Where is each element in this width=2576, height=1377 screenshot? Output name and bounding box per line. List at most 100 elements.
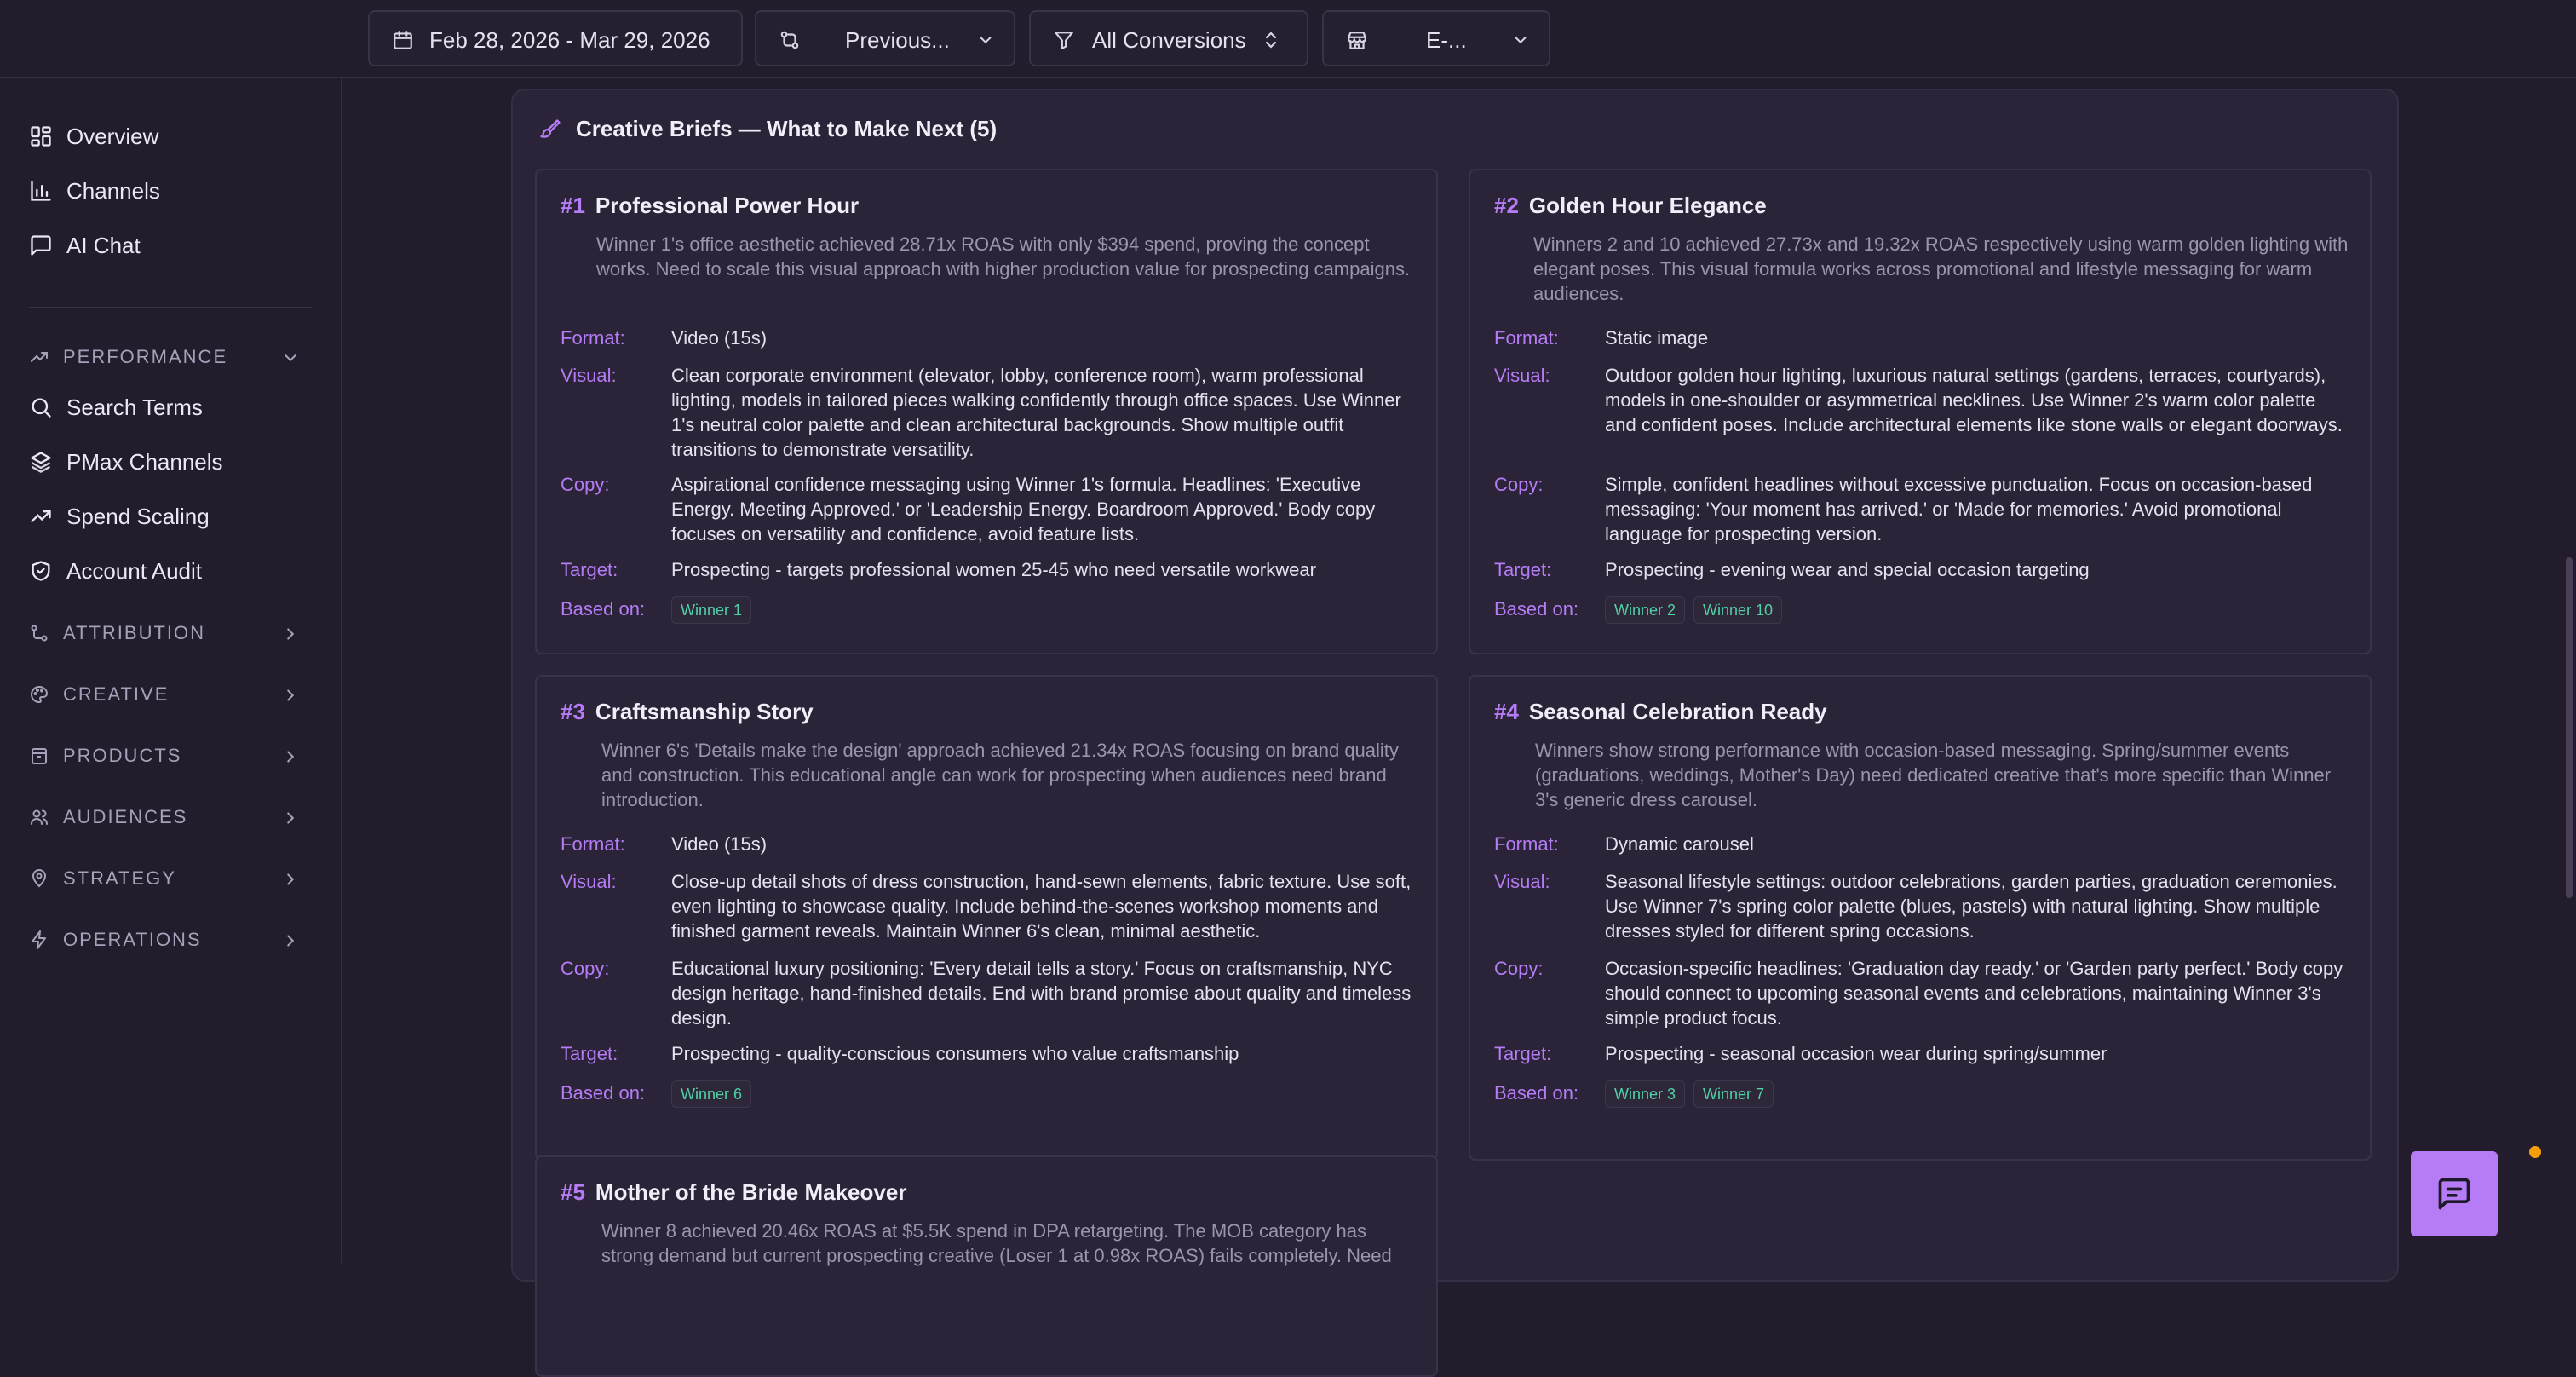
format-label: Format: [1494, 327, 1559, 349]
brief-title: Golden Hour Elegance [1528, 193, 1767, 218]
based-on-tags: Winner 3 Winner 7 [1605, 1080, 2346, 1108]
chat-button[interactable] [2411, 1151, 2498, 1236]
message-square-icon [2435, 1175, 2473, 1213]
chevron-right-icon [281, 625, 300, 643]
visual-value: Seasonal lifestyle settings: outdoor cel… [1605, 871, 2337, 942]
brief-description: Winner 6's 'Details make the design' app… [601, 740, 1399, 810]
brief-card-1: #1 Professional Power Hour Winner 1's off… [535, 169, 1438, 654]
top-filter-bar: Feb 28, 2026 - Mar 29, 2026 Previous... … [0, 0, 2576, 78]
visual-value: Outdoor golden hour lighting, luxurious … [1605, 365, 2343, 435]
sidebar-divider [29, 307, 312, 308]
winner-tag[interactable]: Winner 10 [1693, 596, 1783, 624]
section-audiences[interactable]: AUDIENCES [29, 796, 300, 838]
scrollbar-thumb[interactable] [2566, 557, 2573, 898]
copy-value: Occasion-specific headlines: 'Graduation… [1605, 958, 2343, 1028]
compare-period-label: Previous... [845, 27, 950, 53]
sidebar-item-pmax-channels[interactable]: PMax Channels [29, 440, 310, 484]
sidebar-item-channels[interactable]: Channels [29, 169, 310, 213]
format-value: Video (15s) [671, 327, 768, 349]
section-label: STRATEGY [63, 867, 176, 889]
conversions-select[interactable]: All Conversions [1029, 10, 1308, 66]
sidebar-item-label: Channels [66, 177, 160, 204]
based-on-label: Based on: [1494, 1082, 1579, 1103]
section-performance[interactable]: PERFORMANCE [29, 336, 300, 378]
brief-number: #2 [1494, 193, 1519, 218]
visual-value: Clean corporate environment (elevator, l… [671, 365, 1401, 460]
winner-tag[interactable]: Winner 7 [1693, 1080, 1774, 1108]
chevron-down-icon [1511, 31, 1530, 49]
target-label: Target: [561, 1043, 618, 1064]
brief-number: #3 [561, 699, 585, 724]
map-pin-icon [29, 868, 49, 889]
panel-title-text: Creative Briefs — What to Make Next (5) [576, 116, 998, 141]
target-label: Target: [1494, 559, 1552, 580]
sidebar-item-label: Account Audit [66, 557, 202, 584]
brief-description: Winners show strong performance with occ… [1535, 740, 2332, 810]
target-label: Target: [561, 559, 618, 580]
bar-chart-icon [29, 179, 53, 203]
visual-label: Visual: [561, 871, 617, 892]
sidebar-item-label: Spend Scaling [66, 503, 210, 529]
section-label: OPERATIONS [63, 929, 202, 950]
sidebar-item-label: Search Terms [66, 394, 203, 420]
palette-icon [29, 684, 49, 705]
section-creative[interactable]: CREATIVE [29, 673, 300, 716]
section-label: PRODUCTS [63, 745, 182, 766]
users-icon [29, 807, 49, 827]
sidebar-item-account-audit[interactable]: Account Audit [29, 549, 310, 593]
visual-label: Visual: [1494, 871, 1550, 892]
chevron-right-icon [281, 931, 300, 950]
brief-card-5: #5 Mother of the Bride Makeover Winner 8 … [535, 1155, 1438, 1377]
brief-card-2: #2 Golden Hour Elegance Winners 2 and 10 … [1469, 169, 2372, 654]
chevron-down-icon [281, 349, 300, 367]
date-range-picker[interactable]: Feb 28, 2026 - Mar 29, 2026 [368, 10, 743, 66]
chevron-right-icon [281, 809, 300, 827]
search-icon [29, 395, 53, 419]
zap-icon [29, 930, 49, 950]
copy-label: Copy: [1494, 958, 1544, 979]
based-on-tags: Winner 6 [671, 1080, 1412, 1108]
brief-card-3: #3 Craftsmanship Story Winner 6's 'Detail… [535, 675, 1438, 1161]
format-value: Dynamic carousel [1605, 833, 1754, 855]
route-icon [29, 623, 49, 643]
store-icon [1346, 29, 1368, 51]
copy-value: Educational luxury positioning: 'Every d… [671, 958, 1412, 1028]
date-range-label: Feb 28, 2026 - Mar 29, 2026 [429, 27, 710, 53]
winner-tag[interactable]: Winner 6 [671, 1080, 752, 1108]
store-select[interactable]: E-... [1322, 10, 1550, 66]
format-label: Format: [561, 327, 625, 349]
calendar-icon [392, 29, 414, 51]
based-on-tags: Winner 1 [671, 596, 1412, 624]
copy-label: Copy: [561, 474, 610, 495]
target-value: Prospecting - quality-conscious consumer… [671, 1043, 1239, 1064]
store-label: E-... [1426, 27, 1467, 53]
winner-tag[interactable]: Winner 2 [1605, 596, 1686, 624]
compare-arrows-icon [779, 29, 801, 51]
brief-number: #4 [1494, 699, 1519, 724]
section-strategy[interactable]: STRATEGY [29, 857, 300, 900]
sidebar-item-label: AI Chat [66, 232, 141, 258]
sidebar-item-spend-scaling[interactable]: Spend Scaling [29, 494, 310, 539]
format-value: Video (15s) [671, 833, 768, 855]
sidebar-item-ai-chat[interactable]: AI Chat [29, 223, 310, 268]
sidebar-item-label: Overview [66, 123, 159, 149]
notification-dot [2527, 1144, 2543, 1160]
sidebar-item-search-terms[interactable]: Search Terms [29, 385, 310, 429]
copy-value: Simple, confident headlines without exce… [1605, 474, 2313, 544]
format-value: Static image [1605, 327, 1709, 349]
page-scrollbar[interactable] [2562, 78, 2576, 1263]
winner-tag[interactable]: Winner 3 [1605, 1080, 1686, 1108]
section-operations[interactable]: OPERATIONS [29, 919, 300, 961]
creative-briefs-panel: Creative Briefs — What to Make Next (5) … [511, 89, 2399, 1377]
brush-icon [538, 118, 562, 141]
section-attribution[interactable]: ATTRIBUTION [29, 612, 300, 654]
section-products[interactable]: PRODUCTS [29, 735, 300, 777]
brief-description: Winner 8 achieved 20.46x ROAS at $5.5K s… [601, 1220, 1392, 1266]
sidebar-item-overview[interactable]: Overview [29, 114, 310, 158]
winner-tag[interactable]: Winner 1 [671, 596, 752, 624]
based-on-tags: Winner 2 Winner 10 [1605, 596, 2346, 624]
compare-period-select[interactable]: Previous... [755, 10, 1015, 66]
section-label: AUDIENCES [63, 806, 188, 827]
based-on-label: Based on: [561, 598, 646, 619]
grid-icon [29, 124, 53, 148]
